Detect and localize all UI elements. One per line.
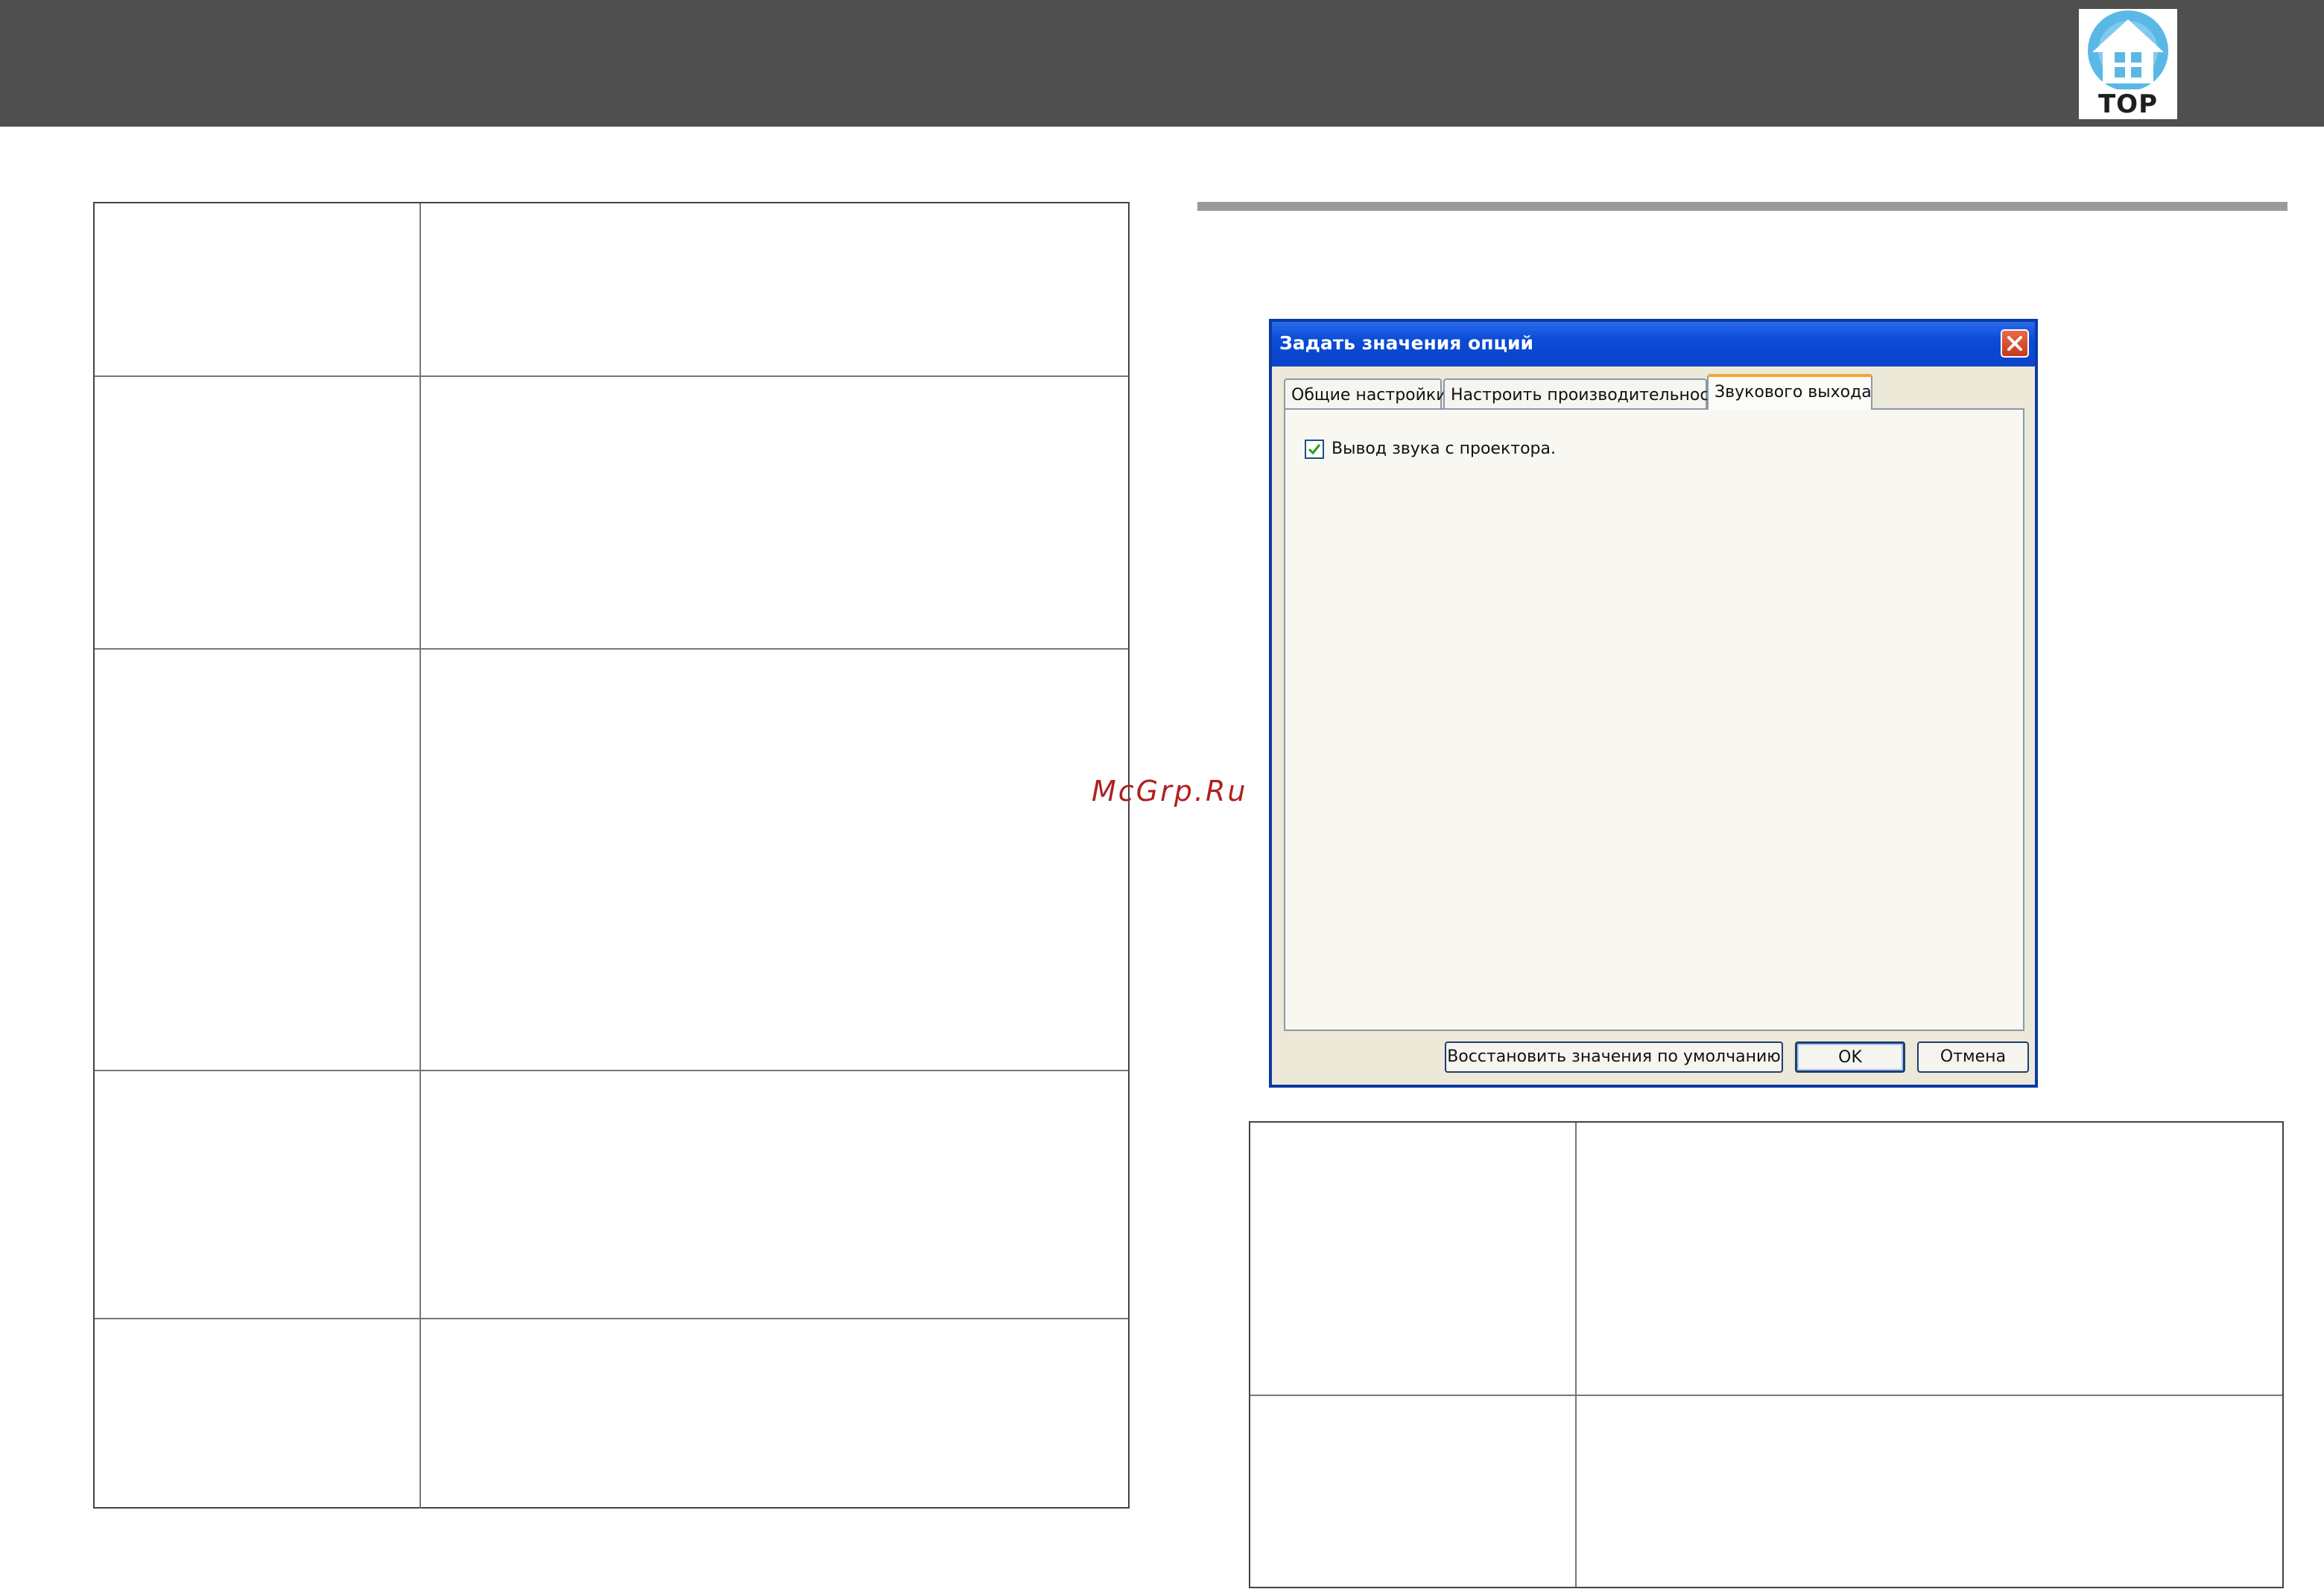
table-row: [95, 1070, 1128, 1318]
table-cell: [1577, 1396, 2282, 1587]
close-button[interactable]: [2001, 329, 2029, 358]
tab-audio-output[interactable]: Звукового выхода: [1707, 374, 1872, 410]
table-cell: [1250, 1396, 1577, 1587]
section-divider: [1197, 202, 2287, 211]
table-row: [1250, 1123, 2282, 1395]
ok-button[interactable]: OK: [1795, 1041, 1905, 1073]
table-cell: [421, 1071, 1128, 1318]
table-row: [1250, 1395, 2282, 1587]
checkmark-icon: [1308, 444, 1321, 455]
options-dialog: Задать значения опций Общие настройки На…: [1269, 319, 2038, 1088]
close-icon: [2007, 336, 2022, 351]
restore-defaults-button[interactable]: Восстановить значения по умолчанию: [1445, 1041, 1783, 1073]
table-cell: [95, 377, 421, 648]
checkbox-label: Вывод звука с проектора.: [1332, 440, 1556, 458]
watermark: McGrp.Ru: [1092, 775, 1248, 808]
header-bar: TOP: [0, 0, 2324, 127]
table-row: [95, 203, 1128, 375]
right-table: [1249, 1121, 2284, 1588]
table-row: [95, 1318, 1128, 1509]
table-cell: [421, 203, 1128, 375]
audio-output-checkbox[interactable]: [1305, 440, 1324, 459]
table-cell: [1577, 1123, 2282, 1395]
tab-panel: [1284, 408, 2024, 1031]
tab-label: Настроить производительность: [1451, 386, 1729, 405]
table-cell: [421, 650, 1128, 1070]
top-logo-text: TOP: [2097, 89, 2158, 119]
table-cell: [95, 203, 421, 375]
table-row: [95, 648, 1128, 1070]
cancel-button[interactable]: Отмена: [1917, 1041, 2029, 1073]
tab-performance[interactable]: Настроить производительность: [1443, 378, 1728, 408]
house-icon: [2088, 10, 2168, 89]
table-row: [95, 375, 1128, 648]
top-link[interactable]: TOP: [2079, 9, 2177, 119]
table-cell: [95, 1071, 421, 1318]
dialog-titlebar: Задать значения опций: [1272, 322, 2035, 367]
table-cell: [1250, 1123, 1577, 1395]
tab-label: Общие настройки: [1291, 386, 1447, 405]
table-cell: [95, 650, 421, 1070]
tab-general[interactable]: Общие настройки: [1284, 378, 1447, 408]
tab-label: Звукового выхода: [1714, 383, 1872, 402]
left-table: [93, 202, 1130, 1509]
table-cell: [421, 1319, 1128, 1509]
table-cell: [421, 377, 1128, 648]
dialog-title: Задать значения опций: [1279, 332, 1534, 354]
table-cell: [95, 1319, 421, 1509]
